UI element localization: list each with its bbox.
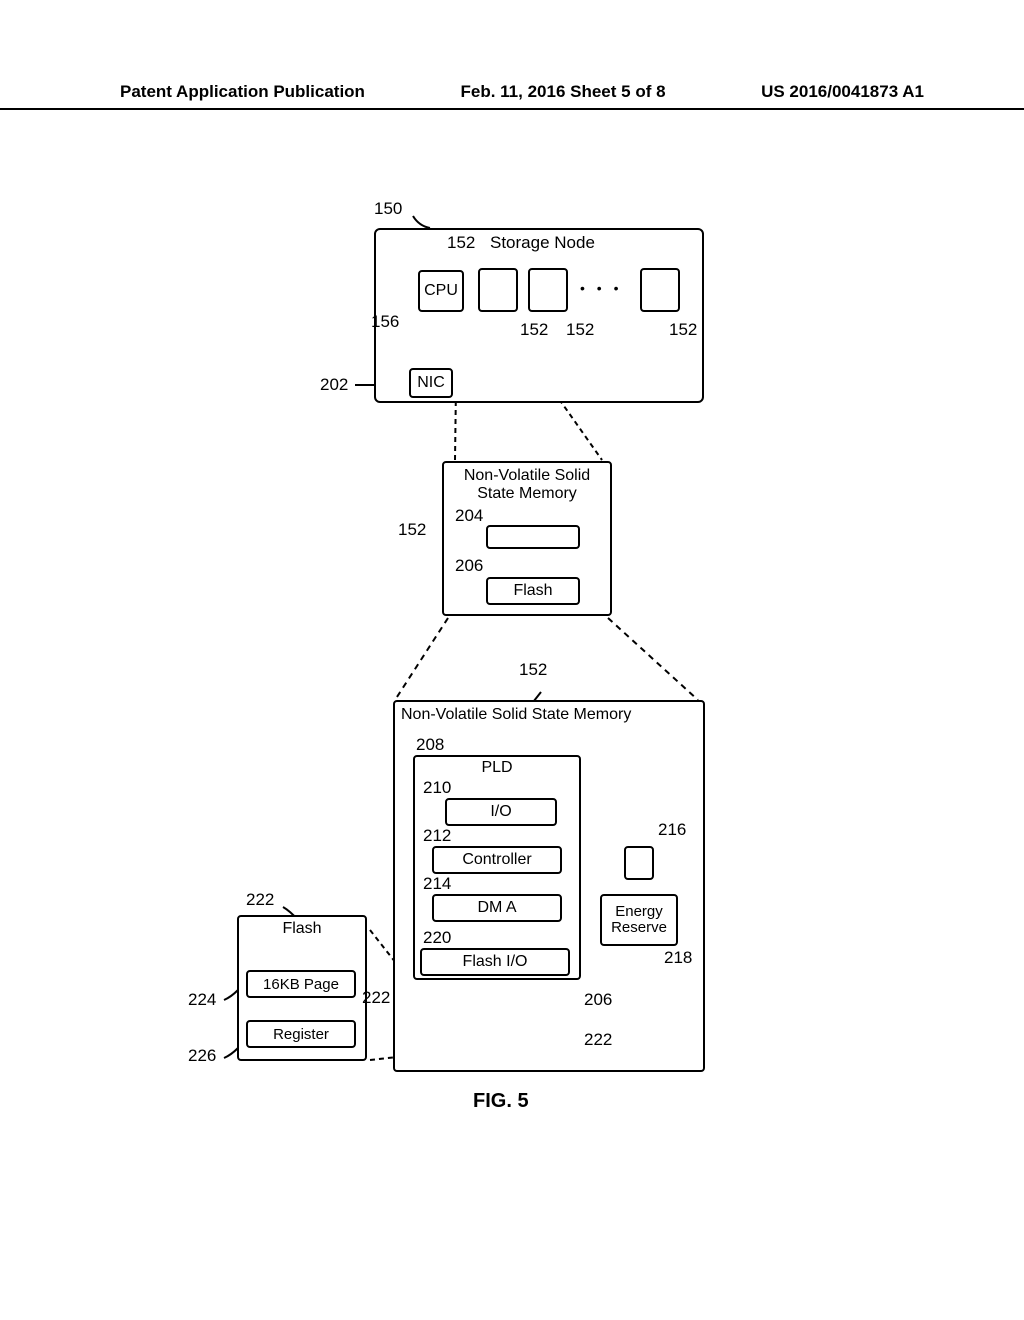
register-box: Register — [246, 1020, 356, 1048]
ref-222b: 222 — [362, 988, 390, 1008]
controller-label: Controller — [462, 851, 531, 869]
pld-label: PLD — [481, 759, 512, 777]
page-box: 16KB Page — [246, 970, 356, 998]
ref-156: 156 — [371, 312, 399, 332]
page-header: Patent Application Publication Feb. 11, … — [0, 82, 1024, 110]
ref-152-mid: 152 — [398, 520, 426, 540]
energy-label: Energy Reserve — [602, 904, 676, 937]
ref-218: 218 — [664, 948, 692, 968]
register-label: Register — [273, 1026, 329, 1043]
nic-box: NIC — [409, 368, 453, 398]
ref-152-titlenum: 152 — [447, 233, 475, 253]
ref-152a: 152 — [520, 320, 548, 340]
nvssm-big-title: Non-Volatile Solid State Memory — [401, 706, 631, 724]
ref-206: 206 — [455, 556, 483, 576]
ref-204: 204 — [455, 506, 483, 526]
slot-2 — [528, 268, 568, 312]
header-right: US 2016/0041873 A1 — [761, 82, 924, 102]
dots: • • • — [580, 280, 622, 296]
figure-caption: FIG. 5 — [473, 1090, 529, 1113]
io-box: I/O — [445, 798, 557, 826]
controller-box: Controller — [432, 846, 562, 874]
diagram-svg — [0, 0, 1024, 1320]
slot-3 — [640, 268, 680, 312]
dma-label: DM A — [477, 899, 516, 917]
ref-214: 214 — [423, 874, 451, 894]
page-label: 16KB Page — [263, 976, 339, 993]
ref-206-big: 206 — [584, 990, 612, 1010]
ref-210: 210 — [423, 778, 451, 798]
header-center: Feb. 11, 2016 Sheet 5 of 8 — [461, 82, 666, 102]
dma-box: DM A — [432, 894, 562, 922]
cpu-box: CPU — [418, 270, 464, 312]
ref-152-big: 152 — [519, 660, 547, 680]
header-left: Patent Application Publication — [120, 82, 365, 102]
ref-222-big: 222 — [584, 1030, 612, 1050]
io-label: I/O — [490, 803, 511, 821]
mid-flash-box: Flash — [486, 577, 580, 605]
mid-flash-label: Flash — [513, 582, 552, 600]
box-216 — [624, 846, 654, 880]
flashio-label: Flash I/O — [463, 953, 528, 971]
ref-216: 216 — [658, 820, 686, 840]
slot-1 — [478, 268, 518, 312]
ref-152c: 152 — [669, 320, 697, 340]
ref-208: 208 — [416, 735, 444, 755]
flash-left-label: Flash — [282, 920, 321, 938]
mid-inner-204 — [486, 525, 580, 549]
nic-label: NIC — [417, 374, 445, 392]
ref-220: 220 — [423, 928, 451, 948]
ref-226: 226 — [188, 1046, 216, 1066]
ref-152b: 152 — [566, 320, 594, 340]
nvssm-mid-title: Non-Volatile Solid State Memory — [444, 467, 610, 504]
ref-222-left: 222 — [246, 890, 274, 910]
storage-node-title: Storage Node — [490, 233, 595, 253]
energy-box: Energy Reserve — [600, 894, 678, 946]
ref-202: 202 — [320, 375, 348, 395]
ref-150: 150 — [374, 199, 402, 219]
cpu-label: CPU — [424, 282, 458, 300]
ref-224: 224 — [188, 990, 216, 1010]
ref-212: 212 — [423, 826, 451, 846]
flashio-box: Flash I/O — [420, 948, 570, 976]
